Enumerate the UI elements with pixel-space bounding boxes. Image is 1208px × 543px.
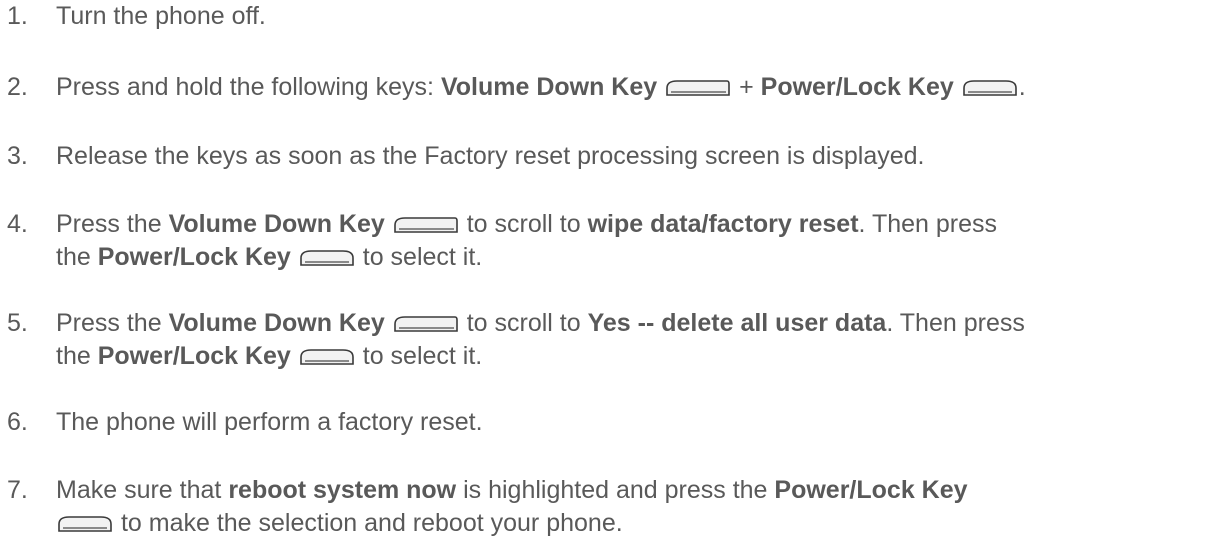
- bold-term: Volume Down Key: [168, 309, 385, 337]
- bold-term: Power/Lock Key: [97, 243, 291, 271]
- step-2: 2. Press and hold the following keys: Vol…: [0, 71, 1196, 104]
- bold-term: Volume Down Key: [168, 210, 385, 238]
- volume-down-key-icon: [393, 215, 459, 233]
- step-text-segment: Release the keys as soon as the Factory …: [56, 142, 925, 170]
- step-text: Release the keys as soon as the Factory …: [56, 140, 1196, 173]
- bold-term: Power/Lock Key: [760, 73, 954, 101]
- step-text-segment: [954, 73, 961, 101]
- step-text-segment: . Then press: [858, 210, 1004, 238]
- step-text-segment: to scroll to: [459, 210, 588, 238]
- bold-term: reboot system now: [228, 476, 457, 504]
- bold-term: Power/Lock Key: [97, 342, 291, 370]
- step-number: 5.: [7, 309, 28, 337]
- step-text-segment: +: [732, 73, 761, 101]
- power-lock-key-icon: [962, 78, 1018, 96]
- step-number: 6.: [7, 408, 28, 436]
- step-text: The phone will perform a factory reset.: [56, 406, 1196, 439]
- step-4: 4. Press the Volume Down Key to scroll to…: [0, 208, 1196, 274]
- step-number: 3.: [7, 142, 28, 170]
- step-text-segment: Make sure that: [56, 476, 229, 504]
- bold-term: wipe data/factory reset: [587, 210, 859, 238]
- bold-term: Yes -- delete all user data: [587, 309, 887, 337]
- step-text-segment: Press and hold the following keys:: [56, 73, 441, 101]
- volume-down-key-icon: [665, 78, 731, 96]
- step-text-segment: [657, 73, 664, 101]
- step-text-segment: the: [56, 342, 98, 370]
- step-text: Make sure that reboot system now is high…: [56, 474, 1196, 540]
- step-text-segment: to select it.: [355, 342, 483, 370]
- step-text-segment: to make the selection and reboot your ph…: [114, 509, 623, 537]
- step-text-segment: The phone will perform a factory reset.: [56, 408, 483, 436]
- power-lock-key-icon: [57, 514, 113, 532]
- step-text-segment: [291, 243, 298, 271]
- step-7: 7. Make sure that reboot system now is hi…: [0, 474, 1196, 540]
- step-text-segment: to select it.: [355, 243, 483, 271]
- bold-term: Volume Down Key: [440, 73, 658, 101]
- step-text-segment: the: [56, 243, 98, 271]
- step-text: Press the Volume Down Key to scroll to Y…: [56, 307, 1196, 373]
- step-5: 5. Press the Volume Down Key to scroll to…: [0, 307, 1196, 373]
- step-text-segment: to scroll to: [459, 309, 588, 337]
- step-text: Press the Volume Down Key to scroll to w…: [56, 208, 1196, 274]
- step-text: Press and hold the following keys: Volum…: [56, 71, 1196, 104]
- step-number: 2.: [7, 73, 28, 101]
- step-1: 1. Turn the phone off.: [0, 0, 1196, 33]
- bold-term: Power/Lock Key: [774, 476, 968, 504]
- step-text-segment: . Then press: [886, 309, 1032, 337]
- power-lock-key-icon: [299, 248, 355, 266]
- step-number: 1.: [7, 2, 28, 30]
- step-text-segment: [385, 309, 392, 337]
- step-number: 4.: [7, 210, 28, 238]
- volume-down-key-icon: [393, 314, 459, 332]
- step-text-segment: is highlighted and press the: [456, 476, 775, 504]
- step-text-segment: Press the: [56, 210, 169, 238]
- step-text-segment: .: [1018, 73, 1026, 101]
- step-text-segment: Press the: [56, 309, 169, 337]
- step-text-segment: Turn the phone off.: [56, 2, 266, 30]
- step-6: 6. The phone will perform a factory reset…: [0, 406, 1196, 439]
- step-3: 3. Release the keys as soon as the Factor…: [0, 140, 1196, 173]
- step-text-segment: [385, 210, 392, 238]
- step-text: Turn the phone off.: [56, 0, 1196, 33]
- step-number: 7.: [7, 476, 28, 504]
- step-text-segment: [291, 342, 298, 370]
- power-lock-key-icon: [299, 347, 355, 365]
